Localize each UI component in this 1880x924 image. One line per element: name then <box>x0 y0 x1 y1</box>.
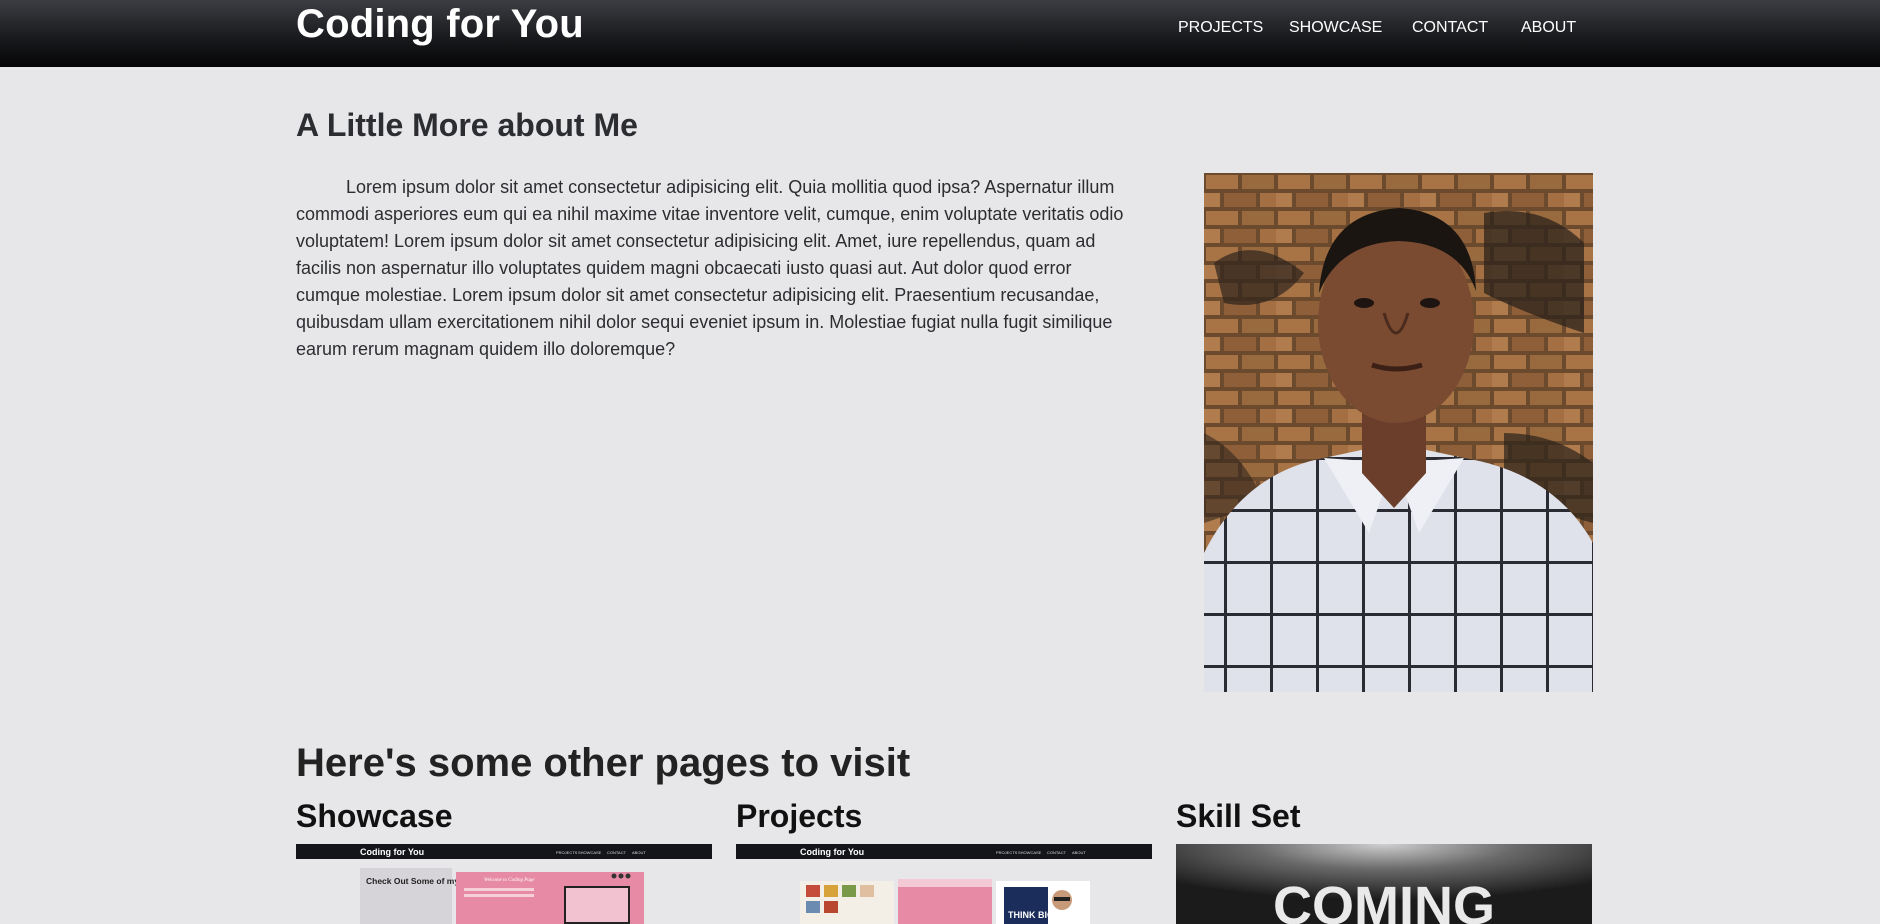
skill-set-card[interactable]: Skill Set COMING <box>1176 798 1592 924</box>
portrait-photo <box>1204 173 1593 692</box>
projects-thumb-caption: THINK BIG. <box>1008 910 1057 920</box>
skill-set-thumbnail[interactable]: COMING <box>1176 844 1592 924</box>
skill-set-card-title[interactable]: Skill Set <box>1176 798 1592 844</box>
nav-links: PROJECTS SHOWCASE CONTACT ABOUT <box>0 19 1880 49</box>
projects-card-title[interactable]: Projects <box>736 798 1152 844</box>
projects-thumbnail[interactable]: Coding for You PROJECTS SHOWCASE CONTACT… <box>736 844 1152 924</box>
projects-thumb-nav-3: ABOUT <box>1072 850 1086 855</box>
showcase-thumb-nav-3: ABOUT <box>632 850 646 855</box>
showcase-card[interactable]: Showcase Coding for You PROJECTS SHOWCAS… <box>296 798 712 924</box>
nav-link-showcase[interactable]: SHOWCASE <box>1289 19 1382 37</box>
skill-set-thumbnail-image: COMING <box>1176 844 1592 924</box>
nav-link-contact[interactable]: CONTACT <box>1412 19 1488 37</box>
projects-thumb-nav-1: SHOWCASE <box>1018 850 1042 855</box>
showcase-thumb-brand: Coding for You <box>360 847 424 857</box>
projects-thumbnail-image: Coding for You PROJECTS SHOWCASE CONTACT… <box>736 844 1152 924</box>
showcase-card-title[interactable]: Showcase <box>296 798 712 844</box>
portrait-illustration <box>1204 173 1593 692</box>
showcase-thumb-nav-2: CONTACT <box>607 850 627 855</box>
projects-thumb-nav-2: CONTACT <box>1047 850 1067 855</box>
about-paragraph: Lorem ipsum dolor sit amet consectetur a… <box>296 177 1124 359</box>
showcase-thumbnail-image: Coding for You PROJECTS SHOWCASE CONTACT… <box>296 844 712 924</box>
projects-thumb-brand: Coding for You <box>800 847 864 857</box>
about-heading: A Little More about Me <box>296 107 638 143</box>
other-pages-heading: Here's some other pages to visit <box>296 741 911 785</box>
projects-thumb-nav-0: PROJECTS <box>996 850 1018 855</box>
showcase-thumb-panel-title: Welcome to Coding Page <box>484 878 535 883</box>
showcase-thumb-nav-1: SHOWCASE <box>578 850 602 855</box>
showcase-thumb-nav-0: PROJECTS <box>556 850 578 855</box>
nav-link-projects[interactable]: PROJECTS <box>1178 19 1263 37</box>
top-navbar: Coding for You PROJECTS SHOWCASE CONTACT… <box>0 0 1880 67</box>
showcase-thumbnail[interactable]: Coding for You PROJECTS SHOWCASE CONTACT… <box>296 844 712 924</box>
nav-link-about[interactable]: ABOUT <box>1521 19 1576 37</box>
projects-card[interactable]: Projects Coding for You PROJECTS SHOWCAS… <box>736 798 1152 924</box>
